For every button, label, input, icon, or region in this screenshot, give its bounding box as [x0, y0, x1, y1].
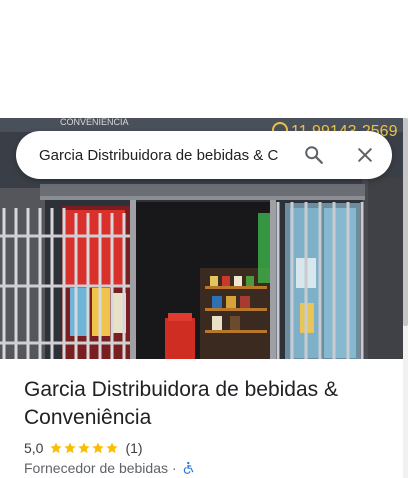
star-icon: [50, 442, 63, 454]
star-icon: [92, 442, 105, 454]
separator: ·: [172, 460, 177, 476]
scrollbar-thumb[interactable]: [403, 118, 408, 326]
search-box[interactable]: [16, 131, 392, 179]
search-button[interactable]: [302, 143, 326, 167]
review-count[interactable]: (1): [125, 440, 142, 456]
star-icon: [106, 442, 119, 454]
sign-text: CONVENIÊNCIA: [60, 118, 129, 127]
star-icon: [78, 442, 91, 454]
place-title: Garcia Distribuidora de bebidas & Conven…: [24, 378, 338, 429]
star-icon: [64, 442, 77, 454]
category-row: Fornecedor de bebidas ·: [24, 459, 195, 477]
search-icon: [305, 146, 323, 164]
close-icon: [358, 148, 372, 162]
star-rating: [49, 441, 119, 455]
place-category: Fornecedor de bebidas: [24, 460, 168, 476]
rating-value: 5,0: [24, 440, 44, 456]
clear-search-button[interactable]: [353, 143, 377, 167]
search-input[interactable]: [39, 145, 291, 167]
wheelchair-icon[interactable]: [181, 461, 195, 475]
rating-row[interactable]: 5,0 (1): [24, 438, 143, 458]
